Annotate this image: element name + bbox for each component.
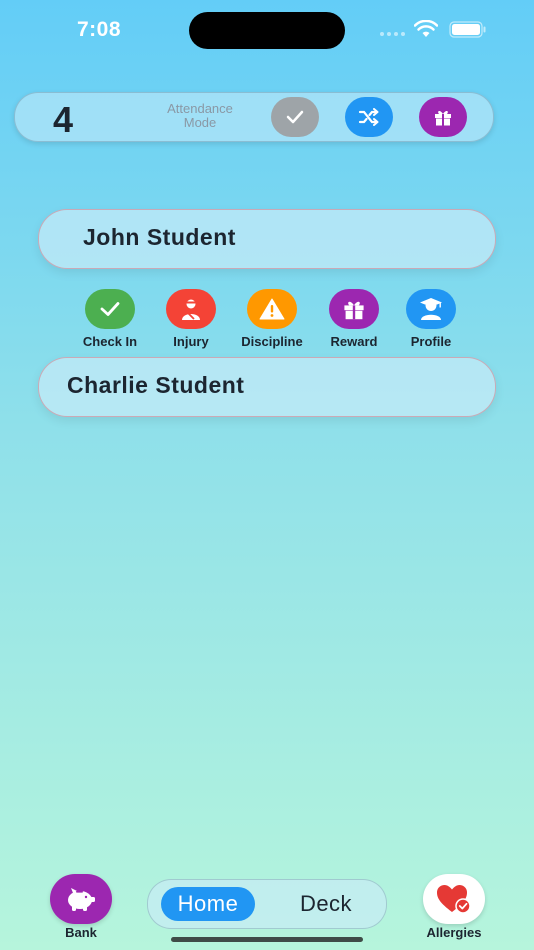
tab-bar: Home Deck	[147, 879, 387, 929]
action-label: Reward	[330, 334, 378, 349]
action-label: Discipline	[241, 334, 303, 349]
injury-icon	[182, 299, 200, 320]
shuffle-icon	[358, 108, 379, 126]
attendance-count: 4	[53, 99, 74, 140]
signal-dots-icon	[380, 32, 405, 36]
battery-icon	[449, 21, 486, 38]
check-icon	[286, 110, 304, 124]
student-name: Charlie Student	[67, 372, 245, 398]
shuffle-button[interactable]	[345, 97, 393, 137]
student-card-charlie[interactable]: Charlie Student	[38, 357, 496, 417]
injury-button[interactable]	[166, 289, 216, 329]
profile-action[interactable]: Profile	[391, 289, 471, 349]
home-indicator	[171, 937, 363, 942]
action-label: Profile	[410, 334, 452, 349]
reward-all-button[interactable]	[419, 97, 467, 137]
action-label: Check In	[82, 334, 138, 349]
tab-home[interactable]: Home	[161, 887, 255, 921]
student-actions: Check In Injury Discipline Reward Profil…	[0, 289, 534, 351]
wifi-icon	[414, 20, 438, 37]
graduate-icon	[420, 298, 442, 320]
student-name: John Student	[83, 224, 236, 250]
warning-icon	[259, 298, 285, 320]
status-bar: 7:08	[0, 0, 534, 60]
status-time: 7:08	[77, 18, 122, 41]
attendance-mode-bar: 4 Attendance Mode	[14, 92, 494, 142]
tab-deck[interactable]: Deck	[272, 887, 380, 921]
reward-button[interactable]	[329, 289, 379, 329]
gift-icon	[344, 301, 364, 320]
check-mode-button[interactable]	[271, 97, 319, 137]
reward-action[interactable]: Reward	[314, 289, 394, 349]
dynamic-island	[189, 12, 345, 49]
check-icon	[100, 302, 120, 316]
discipline-action[interactable]: Discipline	[232, 289, 312, 349]
injury-action[interactable]: Injury	[151, 289, 231, 349]
heart-check-icon	[437, 885, 471, 914]
check-in-action[interactable]: Check In	[70, 289, 150, 349]
action-label: Injury	[173, 334, 209, 349]
student-card-john[interactable]: John Student	[38, 209, 496, 269]
discipline-button[interactable]	[247, 289, 297, 329]
piggy-bank-icon	[68, 888, 95, 911]
check-in-button[interactable]	[85, 289, 135, 329]
bank-label: Bank	[65, 925, 97, 940]
allergies-label: Allergies	[426, 925, 482, 940]
bank-button[interactable]	[50, 874, 112, 924]
allergies-button[interactable]	[423, 874, 485, 924]
gift-icon	[435, 110, 451, 126]
profile-button[interactable]	[406, 289, 456, 329]
attendance-mode-label: Attendance Mode	[167, 101, 233, 130]
